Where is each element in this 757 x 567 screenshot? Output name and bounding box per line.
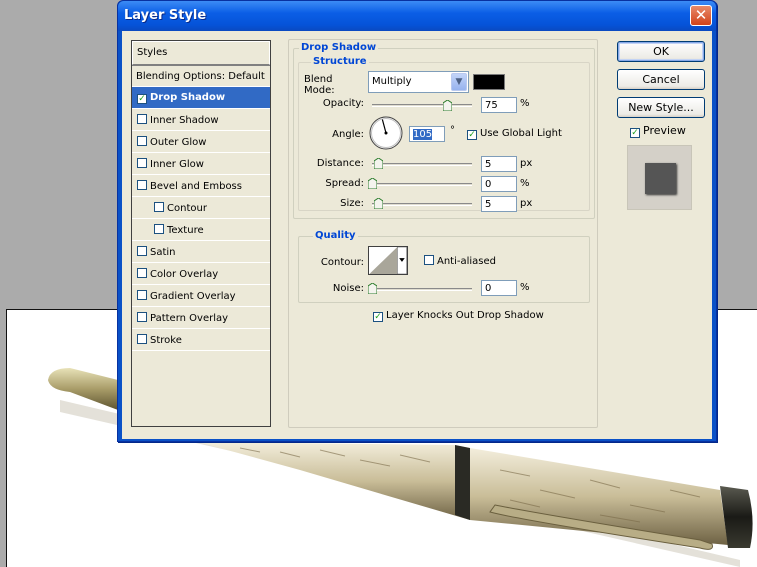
style-item-label: Color Overlay — [150, 269, 219, 280]
style-item-bevel-and-emboss[interactable]: Bevel and Emboss — [132, 175, 270, 197]
style-item-label: Texture — [167, 225, 204, 236]
checkbox-icon[interactable] — [154, 202, 164, 212]
ok-button[interactable]: OK — [617, 41, 705, 62]
styles-list: Styles Blending Options: Default ✓ Drop S… — [131, 40, 271, 427]
style-item-satin[interactable]: Satin — [132, 241, 270, 263]
style-item-pattern-overlay[interactable]: Pattern Overlay — [132, 307, 270, 329]
blending-options-label: Blending Options: Default — [136, 71, 265, 82]
checkbox-icon[interactable] — [137, 312, 147, 322]
checkbox-icon[interactable] — [137, 290, 147, 300]
dialog-client: Styles Blending Options: Default ✓ Drop S… — [122, 31, 712, 439]
preview-check-icon: ✓ — [630, 128, 640, 138]
checkbox-icon[interactable] — [137, 136, 147, 146]
style-preview-box — [627, 145, 692, 210]
style-item-label: Drop Shadow — [150, 92, 226, 103]
style-item-label: Stroke — [150, 335, 182, 346]
close-button[interactable]: ✕ — [690, 5, 712, 26]
styles-header[interactable]: Styles — [132, 41, 270, 65]
style-item-label: Pattern Overlay — [150, 313, 229, 324]
style-item-label: Inner Shadow — [150, 115, 219, 126]
style-item-label: Bevel and Emboss — [150, 181, 242, 192]
style-item-inner-glow[interactable]: Inner Glow — [132, 153, 270, 175]
checkbox-icon[interactable] — [137, 114, 147, 124]
style-item-texture[interactable]: Texture — [132, 219, 270, 241]
style-item-color-overlay[interactable]: Color Overlay — [132, 263, 270, 285]
checkbox-icon[interactable] — [154, 224, 164, 234]
checkbox-icon[interactable] — [137, 180, 147, 190]
checkbox-icon[interactable]: ✓ — [137, 94, 147, 104]
style-item-stroke[interactable]: Stroke — [132, 329, 270, 351]
dialog-titlebar[interactable]: Layer Style ✕ — [118, 1, 716, 31]
style-item-inner-shadow[interactable]: Inner Shadow — [132, 109, 270, 131]
close-icon: ✕ — [694, 6, 708, 24]
style-item-outer-glow[interactable]: Outer Glow — [132, 131, 270, 153]
style-item-contour[interactable]: Contour — [132, 197, 270, 219]
blending-options-item[interactable]: Blending Options: Default — [132, 65, 270, 87]
cancel-button[interactable]: Cancel — [617, 69, 705, 90]
preview-checkbox[interactable]: ✓ Preview — [630, 124, 686, 138]
style-item-gradient-overlay[interactable]: Gradient Overlay — [132, 285, 270, 307]
style-item-label: Outer Glow — [150, 137, 207, 148]
style-item-label: Inner Glow — [150, 159, 204, 170]
layer-style-dialog: Layer Style ✕ Styles Blending Options: D… — [117, 0, 717, 442]
style-preview-swatch — [645, 163, 676, 194]
style-item-drop-shadow[interactable]: ✓ Drop Shadow — [132, 87, 270, 109]
style-item-label: Satin — [150, 247, 176, 258]
style-item-label: Gradient Overlay — [150, 291, 236, 302]
checkbox-icon[interactable] — [137, 158, 147, 168]
style-item-label: Contour — [167, 203, 207, 214]
settings-outer-frame — [288, 39, 598, 428]
checkbox-icon[interactable] — [137, 334, 147, 344]
new-style-button[interactable]: New Style... — [617, 97, 705, 118]
checkbox-icon[interactable] — [137, 268, 147, 278]
checkbox-icon[interactable] — [137, 246, 147, 256]
dialog-title: Layer Style — [124, 8, 207, 23]
